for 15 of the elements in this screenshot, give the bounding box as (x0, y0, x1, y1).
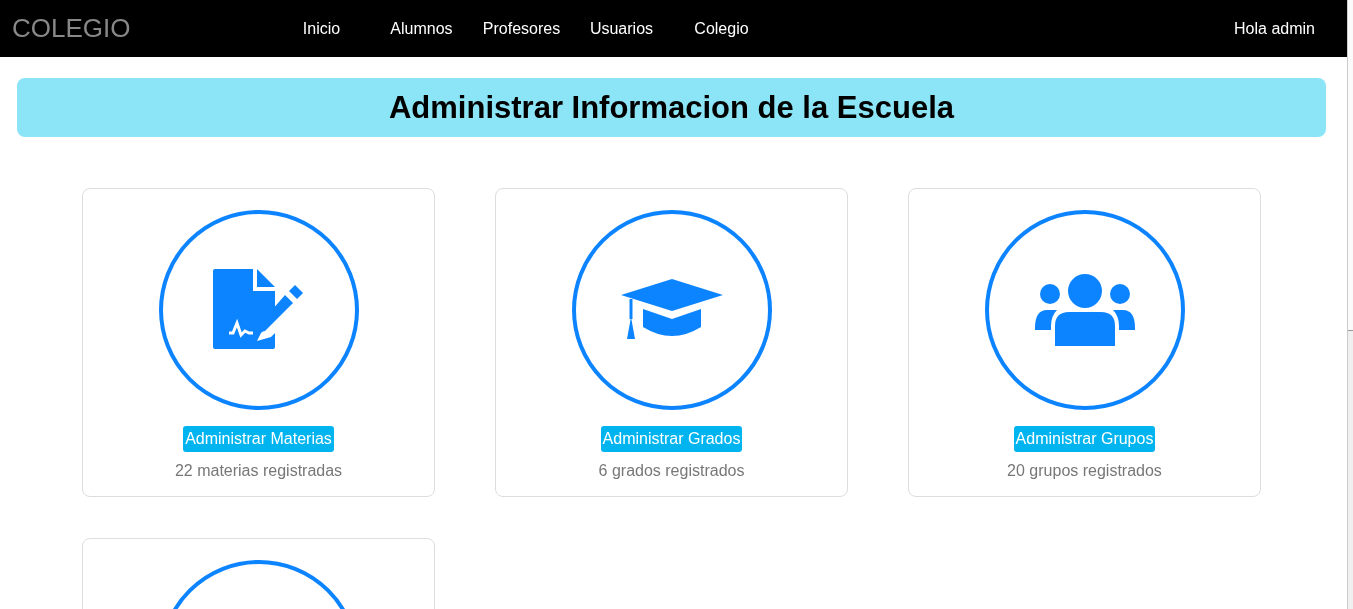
user-greeting: Hola admin (1234, 19, 1315, 38)
page-title: Administrar Informacion de la Escuela (388, 89, 955, 126)
nav-link[interactable]: Usuarios (571, 19, 672, 38)
users-icon (1034, 274, 1135, 346)
count-caption: 22 materias registradas (174, 462, 343, 480)
document-pen-icon (212, 269, 305, 351)
nav-link[interactable]: Inicio (271, 19, 372, 38)
nav-link[interactable]: Profesores (471, 19, 572, 38)
count-caption: 20 grupos registrados (1007, 462, 1162, 480)
count-caption: 6 grados registrados (598, 462, 745, 480)
scrollbar[interactable] (1347, 0, 1353, 609)
brand-logo[interactable]: COLEGIO (12, 13, 131, 44)
graduation-cap-icon (620, 279, 723, 341)
nav-link[interactable]: Colegio (671, 19, 772, 38)
nav-link[interactable]: Alumnos (371, 19, 472, 38)
